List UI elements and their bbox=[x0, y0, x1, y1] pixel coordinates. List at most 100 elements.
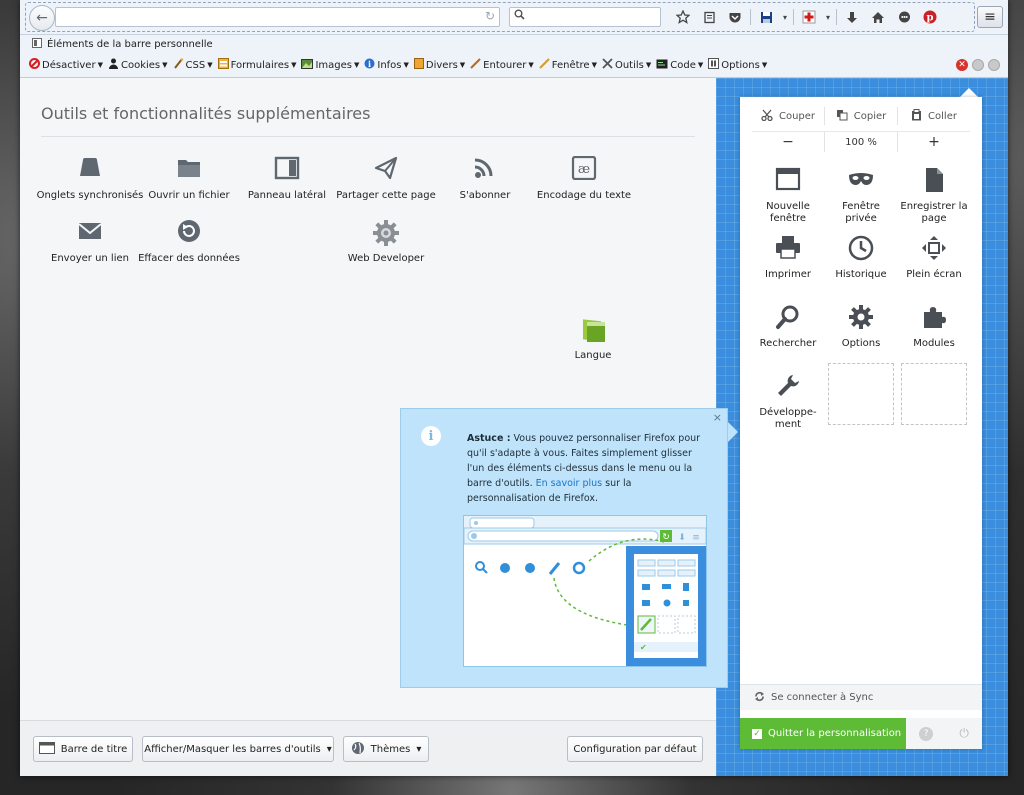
svg-text:↻: ↻ bbox=[662, 533, 670, 543]
toolbar-separator bbox=[793, 9, 794, 25]
wd-menu-tools[interactable]: Outils ▼ bbox=[602, 58, 651, 72]
palette-item-subscribe[interactable]: S'abonner bbox=[430, 156, 540, 201]
palette-item-web-developer[interactable]: Web Developer bbox=[331, 219, 441, 264]
rss-icon bbox=[430, 156, 540, 184]
help-icon[interactable]: ? bbox=[919, 726, 934, 741]
customize-footer: Barre de titre Afficher/Masquer les barr… bbox=[20, 720, 716, 776]
zoom-in-button[interactable]: + bbox=[898, 132, 970, 152]
close-toolbar-icon[interactable]: ✕ bbox=[956, 59, 968, 71]
toolbar-button-circle[interactable] bbox=[972, 59, 984, 71]
bookmarks-bar-icon bbox=[32, 38, 42, 51]
language-icon bbox=[538, 316, 648, 344]
titlebar-toggle-button[interactable]: Barre de titre bbox=[33, 736, 133, 762]
pinterest-icon[interactable]: p bbox=[917, 6, 943, 28]
sync-signin-row[interactable]: Se connecter à Sync bbox=[740, 684, 982, 710]
toolbar-button-circle[interactable] bbox=[988, 59, 1000, 71]
panel-arrow bbox=[960, 88, 978, 97]
disable-icon bbox=[29, 58, 40, 72]
wd-menu-resize[interactable]: Fenêtre ▼ bbox=[539, 58, 597, 72]
themes-button[interactable]: Thèmes ▾ bbox=[343, 736, 429, 762]
navigation-toolbar: ← ↻ ▾ ▾ p ≡ bbox=[20, 0, 1008, 35]
paste-button[interactable]: Coller bbox=[898, 107, 970, 125]
exit-customize-button[interactable]: ✓ Quitter la personnalisation bbox=[740, 718, 906, 749]
wd-menu-cookies[interactable]: Cookies ▼ bbox=[108, 58, 168, 72]
panel-item-save-page[interactable]: Enregistrer la page bbox=[898, 167, 970, 225]
info-icon: i bbox=[421, 426, 441, 446]
panel-item-addons[interactable]: Modules bbox=[898, 304, 970, 350]
chevron-down-icon: ▾ bbox=[416, 743, 422, 755]
wd-menu-options[interactable]: Options ▼ bbox=[708, 58, 767, 72]
power-icon[interactable]: ⏻ bbox=[959, 726, 969, 741]
home-icon[interactable] bbox=[865, 6, 891, 28]
svg-text:p: p bbox=[927, 13, 934, 24]
panel-item-print[interactable]: Imprimer bbox=[752, 235, 824, 281]
wd-menu-outline[interactable]: Entourer ▼ bbox=[470, 58, 534, 72]
misc-icon bbox=[413, 58, 424, 72]
tip-arrow bbox=[728, 422, 738, 442]
toolbar-separator bbox=[750, 9, 751, 25]
palette-item-open-file[interactable]: Ouvrir un fichier bbox=[134, 156, 244, 201]
reload-icon[interactable]: ↻ bbox=[485, 9, 495, 23]
title-divider bbox=[41, 136, 695, 137]
panel-item-new-window[interactable]: Nouvelle fenêtre bbox=[752, 167, 824, 225]
bookmarks-menu-icon[interactable] bbox=[696, 6, 722, 28]
share-icon bbox=[331, 156, 441, 184]
back-button[interactable]: ← bbox=[29, 5, 55, 31]
panel-item-private-window[interactable]: Fenêtre privée bbox=[825, 167, 897, 225]
wd-menu-misc[interactable]: Divers ▼ bbox=[413, 58, 465, 72]
wd-menu-code[interactable]: Code ▼ bbox=[656, 58, 703, 72]
svg-text:≡: ≡ bbox=[692, 533, 700, 543]
toolbar-icons: ▾ ▾ p bbox=[670, 6, 943, 28]
options-icon bbox=[708, 58, 720, 72]
restore-defaults-button[interactable]: Configuration par défaut bbox=[567, 736, 703, 762]
close-icon[interactable]: × bbox=[713, 411, 722, 424]
palette-item-share-page[interactable]: Partager cette page bbox=[331, 156, 441, 201]
search-input[interactable] bbox=[530, 9, 654, 27]
empty-panel-slot bbox=[828, 363, 894, 425]
palette-item-text-encoding[interactable]: æ Encodage du texte bbox=[529, 156, 639, 201]
hamburger-menu-button[interactable]: ≡ bbox=[977, 6, 1003, 28]
panel-item-options[interactable]: Options bbox=[825, 304, 897, 350]
panel-item-find[interactable]: Rechercher bbox=[752, 304, 824, 350]
wd-menu-images[interactable]: Images ▼ bbox=[301, 58, 359, 72]
wd-menu-css[interactable]: CSS ▼ bbox=[173, 58, 213, 72]
wd-menu-disable[interactable]: Désactiver ▼ bbox=[29, 58, 103, 72]
chevron-down-icon[interactable]: ▾ bbox=[822, 6, 834, 28]
pocket-icon[interactable] bbox=[722, 6, 748, 28]
bookmark-star-icon[interactable] bbox=[670, 6, 696, 28]
bookmarks-items-placeholder[interactable]: Éléments de la barre personnelle bbox=[32, 38, 213, 51]
zoom-out-button[interactable]: − bbox=[752, 132, 825, 152]
download-icon[interactable] bbox=[839, 6, 865, 28]
wd-menu-info[interactable]: i Infos ▼ bbox=[364, 58, 409, 72]
learn-more-link[interactable]: En savoir plus bbox=[536, 478, 602, 489]
palette-item-language[interactable]: Langue bbox=[538, 316, 648, 361]
palette-item-forget[interactable]: Effacer des données bbox=[134, 219, 244, 264]
search-bar[interactable] bbox=[509, 7, 661, 27]
palette-item-email-link[interactable]: Envoyer un lien bbox=[35, 219, 145, 264]
chevron-down-icon[interactable]: ▾ bbox=[779, 6, 791, 28]
wd-menu-forms[interactable]: Formulaires ▼ bbox=[217, 58, 296, 72]
first-aid-icon[interactable] bbox=[796, 6, 822, 28]
chat-icon[interactable] bbox=[891, 6, 917, 28]
panel-item-fullscreen[interactable]: Plein écran bbox=[898, 235, 970, 281]
panel-item-history[interactable]: Historique bbox=[825, 235, 897, 281]
zoom-reset-button[interactable]: 100 % bbox=[825, 132, 898, 152]
forms-icon bbox=[217, 58, 229, 72]
zoom-controls: − 100 % + bbox=[752, 131, 970, 152]
toolbars-visibility-button[interactable]: Afficher/Masquer les barres d'outils ▾ bbox=[142, 736, 334, 762]
clipboard-icon bbox=[911, 108, 922, 124]
url-bar[interactable]: ↻ bbox=[55, 7, 500, 27]
tools-icon bbox=[602, 58, 613, 72]
save-disk-icon[interactable] bbox=[753, 6, 779, 28]
history-icon bbox=[825, 235, 897, 263]
palette-item-synced-tabs[interactable]: Onglets synchronisés bbox=[35, 156, 145, 201]
svg-text:i: i bbox=[368, 59, 371, 69]
panel-footer-icons: ? ⏻ bbox=[906, 718, 982, 749]
url-input[interactable] bbox=[68, 9, 472, 27]
panel-item-developer[interactable]: Développe-ment bbox=[752, 373, 824, 431]
palette-item-sidebar[interactable]: Panneau latéral bbox=[232, 156, 342, 201]
copy-button[interactable]: Copier bbox=[825, 107, 898, 125]
web-developer-menus: Désactiver ▼ Cookies ▼ CSS ▼ Formulaires ▼ I… bbox=[29, 58, 772, 72]
cut-button[interactable]: Couper bbox=[752, 107, 825, 125]
fullscreen-icon bbox=[898, 235, 970, 263]
